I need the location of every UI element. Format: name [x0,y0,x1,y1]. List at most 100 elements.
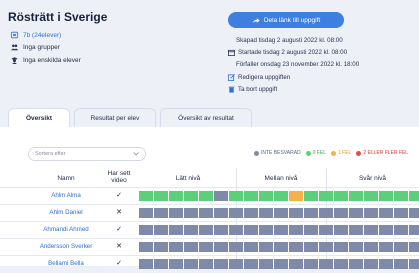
result-cell[interactable] [139,208,153,218]
result-cell[interactable] [229,225,243,235]
result-cell[interactable] [379,208,393,218]
result-cell[interactable] [394,191,408,201]
result-cell[interactable] [319,208,333,218]
result-cell[interactable] [379,191,393,201]
result-cell[interactable] [214,191,228,201]
result-cell[interactable] [334,208,348,218]
result-cell[interactable] [379,259,393,269]
result-cell[interactable] [259,208,273,218]
result-cell[interactable] [229,191,243,201]
result-cell[interactable] [304,208,318,218]
result-cell[interactable] [169,225,183,235]
result-cell[interactable] [274,191,288,201]
result-cell[interactable] [199,259,213,269]
result-cell[interactable] [214,208,228,218]
result-cell[interactable] [379,225,393,235]
share-link-button[interactable]: Dela länk till uppgift [228,12,344,28]
result-cell[interactable] [289,191,303,201]
result-cell[interactable] [349,208,363,218]
student-name-link[interactable]: Ahmandi Ahmed [30,226,102,233]
student-name-link[interactable]: Ahlm Daniel [30,209,102,216]
result-cell[interactable] [244,191,258,201]
result-cell[interactable] [259,225,273,235]
result-cell[interactable] [139,259,153,269]
result-cell[interactable] [274,259,288,269]
result-cell[interactable] [169,259,183,269]
result-cell[interactable] [304,191,318,201]
result-cell[interactable] [304,225,318,235]
edit-assignment-link[interactable]: Redigera uppgiften [228,74,290,81]
result-cell[interactable] [364,191,378,201]
tab-results-overview[interactable]: Översikt av resultat [160,108,252,128]
result-cell[interactable] [334,242,348,252]
result-cell[interactable] [409,242,419,252]
student-name-link[interactable]: Andersson Sverker [30,243,102,250]
result-cell[interactable] [349,191,363,201]
result-cell[interactable] [364,259,378,269]
result-cell[interactable] [379,242,393,252]
result-cell[interactable] [289,208,303,218]
result-cell[interactable] [154,259,168,269]
result-cell[interactable] [184,191,198,201]
result-cell[interactable] [184,225,198,235]
result-cell[interactable] [394,242,408,252]
result-cell[interactable] [139,225,153,235]
result-cell[interactable] [154,242,168,252]
student-name-link[interactable]: Ahlm Alma [30,192,102,199]
result-cell[interactable] [319,259,333,269]
result-cell[interactable] [244,225,258,235]
result-cell[interactable] [289,259,303,269]
result-cell[interactable] [169,208,183,218]
result-cell[interactable] [259,259,273,269]
result-cell[interactable] [154,208,168,218]
result-cell[interactable] [184,242,198,252]
result-cell[interactable] [364,242,378,252]
result-cell[interactable] [409,191,419,201]
result-cell[interactable] [274,225,288,235]
class-link[interactable]: 7b (24elever) [10,31,61,39]
result-cell[interactable] [364,225,378,235]
result-cell[interactable] [319,242,333,252]
result-cell[interactable] [319,225,333,235]
result-cell[interactable] [199,208,213,218]
result-cell[interactable] [214,225,228,235]
result-cell[interactable] [364,208,378,218]
result-cell[interactable] [229,242,243,252]
result-cell[interactable] [244,242,258,252]
result-cell[interactable] [139,242,153,252]
result-cell[interactable] [349,259,363,269]
result-cell[interactable] [289,242,303,252]
result-cell[interactable] [259,242,273,252]
result-cell[interactable] [139,191,153,201]
result-cell[interactable] [169,191,183,201]
result-cell[interactable] [349,225,363,235]
result-cell[interactable] [229,259,243,269]
result-cell[interactable] [334,225,348,235]
column-header-name[interactable]: Namn [40,175,92,182]
result-cell[interactable] [334,191,348,201]
result-cell[interactable] [214,242,228,252]
result-cell[interactable] [214,259,228,269]
tab-overview[interactable]: Översikt [8,108,70,128]
result-cell[interactable] [274,242,288,252]
result-cell[interactable] [319,191,333,201]
result-cell[interactable] [349,242,363,252]
result-cell[interactable] [154,225,168,235]
result-cell[interactable] [184,259,198,269]
result-cell[interactable] [394,208,408,218]
result-cell[interactable] [274,208,288,218]
result-cell[interactable] [304,242,318,252]
column-header-video[interactable]: Har sett video [104,170,134,184]
result-cell[interactable] [304,259,318,269]
result-cell[interactable] [199,242,213,252]
delete-assignment-link[interactable]: Ta bort uppgift [228,86,277,93]
result-cell[interactable] [334,259,348,269]
result-cell[interactable] [394,225,408,235]
result-cell[interactable] [169,242,183,252]
result-cell[interactable] [199,225,213,235]
result-cell[interactable] [409,225,419,235]
result-cell[interactable] [289,225,303,235]
tab-results-per-student[interactable]: Resultat per elev [74,108,156,128]
result-cell[interactable] [244,259,258,269]
result-cell[interactable] [244,208,258,218]
